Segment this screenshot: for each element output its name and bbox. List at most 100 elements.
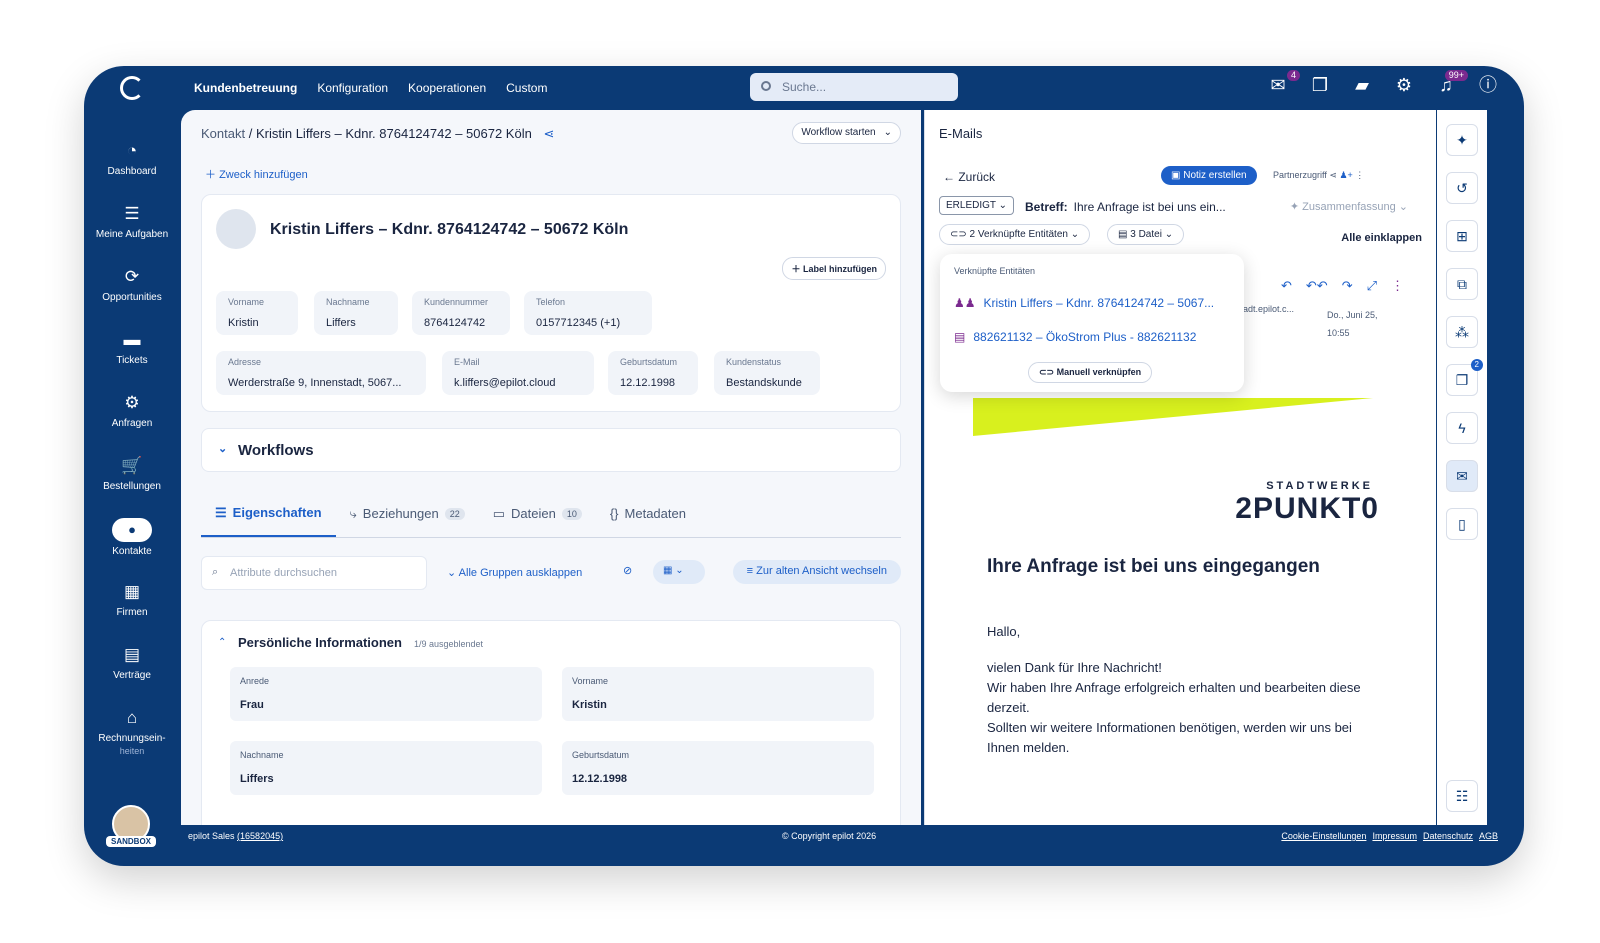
sidebar-icon: ⚙ [124,393,140,412]
field-vorname[interactable]: Vorname Kristin [562,667,874,721]
tab-eigenschaften[interactable]: ☰ Eigenschaften [201,490,336,537]
linked-contact-link[interactable]: ♟♟ Kristin Liffers – Kdnr. 8764124742 – 5… [954,296,1214,310]
datenschutz-link[interactable]: Datenschutz [1423,831,1473,841]
eye-off-icon[interactable]: ⊘ [623,564,632,577]
switch-view-button[interactable]: ≡ Zur alten Ansicht wechseln [732,560,901,584]
sparkle-icon[interactable]: ✦ [1446,124,1478,156]
agb-link[interactable]: AGB [1479,831,1498,841]
tab-beziehungen[interactable]: ⤷ Beziehungen 22 [336,490,479,537]
document-icon[interactable]: ▯ [1446,508,1478,540]
reply-all-icon[interactable]: ↶↶ [1306,278,1328,294]
epilot-logo-icon[interactable] [120,76,144,100]
hierarchy-icon[interactable]: ⧉ [1446,268,1478,300]
field-telefon[interactable]: Telefon 0157712345 (+1) [524,291,652,335]
workflow-start-button[interactable]: Workflow starten ⌄ [792,122,901,144]
breadcrumb-root[interactable]: Kontakt [201,126,245,141]
mail-badge: 4 [1286,70,1300,81]
workflows-section[interactable]: ⌄ Workflows [201,428,901,472]
back-button[interactable]: ← Zurück [943,170,995,184]
search-input[interactable]: Suche... [750,73,958,101]
expand-all-button[interactable]: ⌄ Alle Gruppen ausklappen [447,566,582,579]
field-kundennummer[interactable]: Kundennummer 8764124742 [412,291,510,335]
lightning-icon[interactable]: ϟ [1446,412,1478,444]
linked-contract-link[interactable]: ▤ 882621132 – ÖkoStrom Plus - 882621132 [954,330,1196,344]
nav-konfiguration[interactable]: Konfiguration [317,81,388,95]
tab-dateien[interactable]: ▭ Dateien 10 [479,490,596,537]
collapse-all-button[interactable]: Alle einklappen [1341,232,1422,244]
field-geburtsdatum[interactable]: Geburtsdatum 12.12.1998 [608,351,698,395]
field-label: Geburtsdatum [572,750,630,760]
sidebar-item-label: Rechnungsein- [98,733,166,744]
info-icon[interactable]: ⓘ [1478,76,1498,94]
files-button[interactable]: ▤ 3 Datei ⌄ [1107,224,1185,245]
footer-links: Cookie-Einstellungen Impressum Datenschu… [1281,831,1498,841]
sidebar-item-opportunities[interactable]: ⟳ Opportunities [84,266,180,329]
threads-icon[interactable]: ❐ 2 [1446,359,1483,396]
forward-icon[interactable]: ↷ [1342,278,1353,294]
greeting: Hallo, [987,624,1021,639]
field-nachname[interactable]: Nachname Liffers [230,741,542,795]
field-vorname[interactable]: Vorname Kristin [216,291,298,335]
add-purpose-button[interactable]: ＋ Zweck hinzufügen [205,166,308,182]
apps-search-icon[interactable]: ⊞ [1446,220,1478,252]
create-note-button[interactable]: ▣ Notiz erstellen [1161,166,1257,185]
back-label: Zurück [958,170,996,184]
field-email[interactable]: E-Mail k.liffers@epilot.cloud [442,351,594,395]
history-icon[interactable]: ↺ [1446,172,1478,204]
workflow-icon[interactable]: ⁂ [1446,316,1478,348]
more-icon[interactable]: ⋮ [1355,170,1364,180]
field-geburtsdatum[interactable]: Geburtsdatum 12.12.1998 [562,741,874,795]
field-kundenstatus[interactable]: Kundenstatus Bestandskunde [714,351,820,395]
field-value: Kristin [572,699,607,711]
tab-metadaten[interactable]: {} Metadaten [596,490,700,537]
nav-kooperationen[interactable]: Kooperationen [408,81,486,95]
bell-icon[interactable]: ♫ 99+ [1436,70,1468,94]
linked-entities-button[interactable]: ⊂⊃ 2 Verknüpfte Entitäten ⌄ [939,224,1091,245]
field-anrede[interactable]: Anrede Frau [230,667,542,721]
field-label: Kundenstatus [726,357,782,367]
chevron-down-icon[interactable]: ⌄ [884,127,892,139]
sidebar-item-kontakte[interactable]: ● Kontakte [84,518,180,581]
line-1: vielen Dank für Ihre Nachricht! [987,660,1162,675]
gear-icon[interactable]: ⚙ [1394,76,1414,94]
status-dropdown[interactable]: ERLEDIGT ⌄ [939,196,1015,215]
add-user-icon[interactable]: ♟+ [1339,170,1352,180]
org-id[interactable]: (16582045) [237,831,283,841]
nav-custom[interactable]: Custom [506,81,547,95]
plus-icon: ＋ [205,169,220,181]
share-icon[interactable]: ⋖ [543,126,554,141]
sidebar-item-rechnungsein-[interactable]: ⌂ Rechnungsein-heiten [84,707,180,770]
impressum-link[interactable]: Impressum [1372,831,1417,841]
partner-access-button[interactable]: Partnerzugriff ⋖ ♟+ ⋮ [1273,170,1364,181]
copy-icon[interactable]: ❐ [1310,76,1330,94]
sidebar-item-dashboard[interactable]: ◔ Dashboard [84,140,180,203]
manual-link-button[interactable]: ⊂⊃ Manuell verknüpfen [1028,362,1153,383]
view-select[interactable]: ▦ ⌄ [653,560,705,584]
more-icon[interactable]: ⋮ [1391,278,1404,294]
sender-snippet: adt.epilot.c... [1243,304,1295,314]
field-adresse[interactable]: Adresse Werderstraße 9, Innenstadt, 5067.… [216,351,426,395]
add-label-button[interactable]: ＋ Label hinzufügen [782,257,886,280]
field-nachname[interactable]: Nachname Liffers [314,291,398,335]
folder-icon[interactable]: ▰ [1352,76,1372,94]
sidebar-item-bestellungen[interactable]: 🛒 Bestellungen [84,455,180,518]
notes-icon[interactable]: ☷ [1446,780,1478,812]
sidebar-item-firmen[interactable]: ▦ Firmen [84,581,180,644]
attribute-search-input[interactable]: ⌕ Attribute durchsuchen [201,556,427,590]
sidebar-item-anfragen[interactable]: ⚙ Anfragen [84,392,180,455]
reply-icon[interactable]: ↶ [1281,278,1292,294]
expand-icon[interactable]: ⤢ [1367,278,1377,294]
sidebar-item-meine-aufgaben[interactable]: ☰ Meine Aufgaben [84,203,180,266]
switch-view-label: Zur alten Ansicht wechseln [756,565,887,577]
nav-kundenbetreuung[interactable]: Kundenbetreuung [194,81,297,95]
workflows-title: Workflows [238,442,314,459]
sidebar-item-tickets[interactable]: ▬ Tickets [84,329,180,392]
notification-badge: 99+ [1444,70,1468,81]
cookie-link[interactable]: Cookie-Einstellungen [1281,831,1366,841]
personal-info-title[interactable]: Persönliche Informationen 1/9 ausgeblende… [238,635,483,650]
sidebar-item-verträge[interactable]: ▤ Verträge [84,644,180,707]
chevron-up-icon[interactable]: ⌃ [218,637,226,648]
mail-icon[interactable]: ✉ 4 [1268,70,1300,94]
mail-icon[interactable]: ✉ [1446,460,1478,492]
summary-button[interactable]: ✦ Zusammenfassung ⌄ [1290,200,1408,213]
